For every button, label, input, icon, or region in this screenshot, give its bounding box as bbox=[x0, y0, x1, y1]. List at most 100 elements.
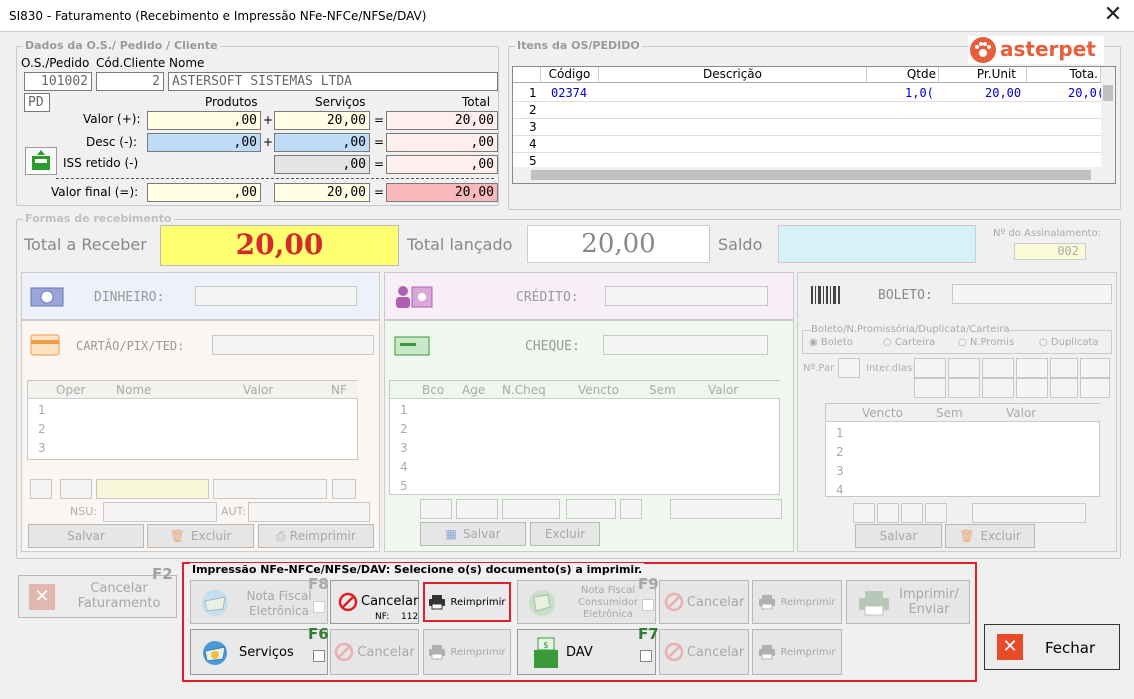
nfce-cancelar-button[interactable]: Cancelar bbox=[659, 580, 749, 624]
boleto-nav-field[interactable] bbox=[853, 503, 875, 523]
interdias-field[interactable] bbox=[1080, 358, 1110, 378]
boleto-nav-field[interactable] bbox=[877, 503, 899, 523]
saldo-label: Saldo bbox=[718, 235, 763, 254]
servicos-reimprimir-button[interactable]: Reimprimir bbox=[423, 629, 511, 675]
boleto-salvar-button[interactable]: Salvar bbox=[855, 524, 942, 548]
final-produtos-field[interactable]: ,00 bbox=[147, 183, 261, 202]
nsu-field[interactable] bbox=[103, 502, 217, 522]
boleto-field[interactable] bbox=[952, 284, 1112, 304]
nfe-checkbox[interactable] bbox=[313, 601, 325, 613]
dinheiro-field[interactable] bbox=[195, 286, 357, 306]
valor-total-field[interactable]: 20,00 bbox=[386, 111, 498, 130]
cheque-valor-field[interactable] bbox=[670, 499, 782, 519]
interdias-field[interactable] bbox=[982, 378, 1014, 398]
cartao-oper-field[interactable] bbox=[60, 479, 92, 499]
boleto-valor-field[interactable] bbox=[972, 503, 1086, 523]
dav-button[interactable]: $ DAV bbox=[517, 629, 656, 675]
boleto-excluir-button[interactable]: 🗑 Excluir bbox=[945, 524, 1035, 548]
cartao-grid[interactable]: Oper Nome Valor NF 1 2 3 bbox=[27, 380, 358, 460]
nfe-cancelar-button[interactable]: Cancelar NF: 112 bbox=[330, 580, 419, 624]
valor-produtos-field[interactable]: ,00 bbox=[147, 111, 261, 130]
iss-total-field[interactable]: ,00 bbox=[386, 155, 498, 174]
cheque-vencto-field[interactable] bbox=[566, 499, 616, 519]
iss-servicos-field[interactable]: ,00 bbox=[274, 155, 370, 174]
boleto-nav-field[interactable] bbox=[901, 503, 923, 523]
cartao-excluir-button[interactable]: 🗑 Excluir bbox=[147, 524, 254, 548]
cartao-reimprimir-button[interactable]: ⎙ Reimprimir bbox=[258, 524, 374, 548]
interdias-field[interactable] bbox=[1016, 378, 1048, 398]
excluir-label: Excluir bbox=[190, 529, 232, 543]
row-number: 4 bbox=[400, 460, 408, 474]
interdias-field[interactable] bbox=[948, 378, 980, 398]
interdias-field[interactable] bbox=[1050, 358, 1078, 378]
cheque-field[interactable] bbox=[603, 335, 768, 355]
fechar-button[interactable]: ✕ Fechar bbox=[984, 624, 1120, 670]
radio-boleto[interactable]: ◉ Boleto bbox=[809, 337, 853, 348]
col-bco: Bco bbox=[422, 383, 445, 397]
credito-label: CRÉDITO: bbox=[516, 290, 579, 305]
interdias-field[interactable] bbox=[1080, 378, 1110, 398]
horizontal-scrollbar[interactable] bbox=[513, 167, 1115, 183]
interdias-field[interactable] bbox=[948, 358, 980, 378]
cheque-sem-field[interactable] bbox=[620, 499, 642, 519]
desc-total-field[interactable]: ,00 bbox=[386, 133, 498, 152]
cartao-nf-field[interactable] bbox=[332, 479, 356, 499]
cartao-field[interactable] bbox=[212, 335, 374, 355]
cod-cliente-field[interactable]: 2 bbox=[96, 72, 164, 91]
interdias-field[interactable] bbox=[982, 358, 1014, 378]
cartao-salvar-button[interactable]: Salvar bbox=[28, 524, 144, 548]
interdias-field[interactable] bbox=[914, 378, 946, 398]
col-codigo[interactable]: Código bbox=[541, 67, 599, 83]
cancelar-faturamento-label: Cancelar Faturamento bbox=[77, 581, 161, 611]
desc-servicos-field[interactable]: ,00 bbox=[274, 133, 370, 152]
iss-calc-button[interactable] bbox=[25, 147, 57, 175]
cartao-nome-field[interactable] bbox=[96, 479, 209, 499]
nfce-button[interactable]: Nota Fiscal Consumidor Eletrônica bbox=[517, 580, 656, 624]
servicos-checkbox[interactable] bbox=[313, 650, 325, 662]
cheque-salvar-button[interactable]: ▦ Salvar bbox=[420, 522, 526, 546]
cartao-nav-field[interactable] bbox=[30, 479, 52, 499]
reimprimir-label: Reimprimir bbox=[450, 646, 506, 658]
cartao-valor-field[interactable] bbox=[213, 479, 327, 499]
table-row[interactable]: 1 02374 1,0( 20,00 20,0( bbox=[513, 85, 1104, 102]
col-qtde[interactable]: Qtde bbox=[867, 67, 939, 83]
radio-carteira[interactable]: ○ Carteira bbox=[883, 337, 935, 348]
credito-field[interactable] bbox=[605, 286, 768, 306]
cheque-excluir-button[interactable]: Excluir bbox=[530, 522, 600, 546]
cheque-grid[interactable]: Bco Age N.Cheq Vencto Sem Valor 1 2 3 4 … bbox=[389, 380, 780, 495]
boleto-grid[interactable]: Vencto Sem Valor 1 2 3 4 bbox=[825, 403, 1100, 497]
nfe-reimprimir-button[interactable]: Reimprimir bbox=[423, 582, 511, 622]
interdias-field[interactable] bbox=[1050, 378, 1078, 398]
dav-reimprimir-button[interactable]: Reimprimir bbox=[752, 629, 842, 675]
radio-duplicata[interactable]: ○ Duplicata bbox=[1039, 337, 1099, 348]
aut-field[interactable] bbox=[248, 502, 370, 522]
col-descricao[interactable]: Descrição bbox=[599, 67, 867, 83]
itens-grid[interactable]: Código Descrição Qtde Pr.Unit Tota. 1 02… bbox=[512, 66, 1116, 184]
valor-servicos-field[interactable]: 20,00 bbox=[274, 111, 370, 130]
final-total-field[interactable]: 20,00 bbox=[386, 183, 498, 202]
radio-npromis[interactable]: ○ N.Promis bbox=[958, 337, 1014, 348]
nome-field[interactable]: ASTERSOFT SISTEMAS LTDA bbox=[168, 72, 498, 91]
close-window-button[interactable]: ✕ bbox=[1098, 4, 1128, 28]
interdias-field[interactable] bbox=[1016, 358, 1048, 378]
cheque-bco-field[interactable] bbox=[420, 499, 452, 519]
desc-produtos-field[interactable]: ,00 bbox=[147, 133, 261, 152]
cheque-age-field[interactable] bbox=[456, 499, 498, 519]
os-field[interactable]: 101002 bbox=[24, 72, 92, 91]
nfce-reimprimir-button[interactable]: Reimprimir bbox=[752, 580, 842, 624]
servicos-cancelar-button[interactable]: Cancelar bbox=[330, 629, 419, 675]
dav-cancelar-button[interactable]: Cancelar bbox=[659, 629, 749, 675]
dav-checkbox[interactable] bbox=[640, 650, 652, 662]
row-number: 2 bbox=[836, 445, 844, 459]
cheque-ncheq-field[interactable] bbox=[502, 499, 560, 519]
tipo-field[interactable]: PD bbox=[24, 93, 50, 112]
boleto-nav-field[interactable] bbox=[925, 503, 947, 523]
col-total[interactable]: Tota. bbox=[1027, 67, 1101, 83]
imprimir-enviar-button[interactable]: Imprimir/ Enviar bbox=[846, 580, 970, 624]
vertical-scrollbar[interactable] bbox=[1101, 67, 1115, 167]
interdias-field[interactable] bbox=[914, 358, 946, 378]
npar-field[interactable] bbox=[838, 358, 860, 378]
col-prunit[interactable]: Pr.Unit bbox=[939, 67, 1027, 83]
final-servicos-field[interactable]: 20,00 bbox=[274, 183, 370, 202]
nfce-checkbox[interactable] bbox=[642, 599, 654, 611]
